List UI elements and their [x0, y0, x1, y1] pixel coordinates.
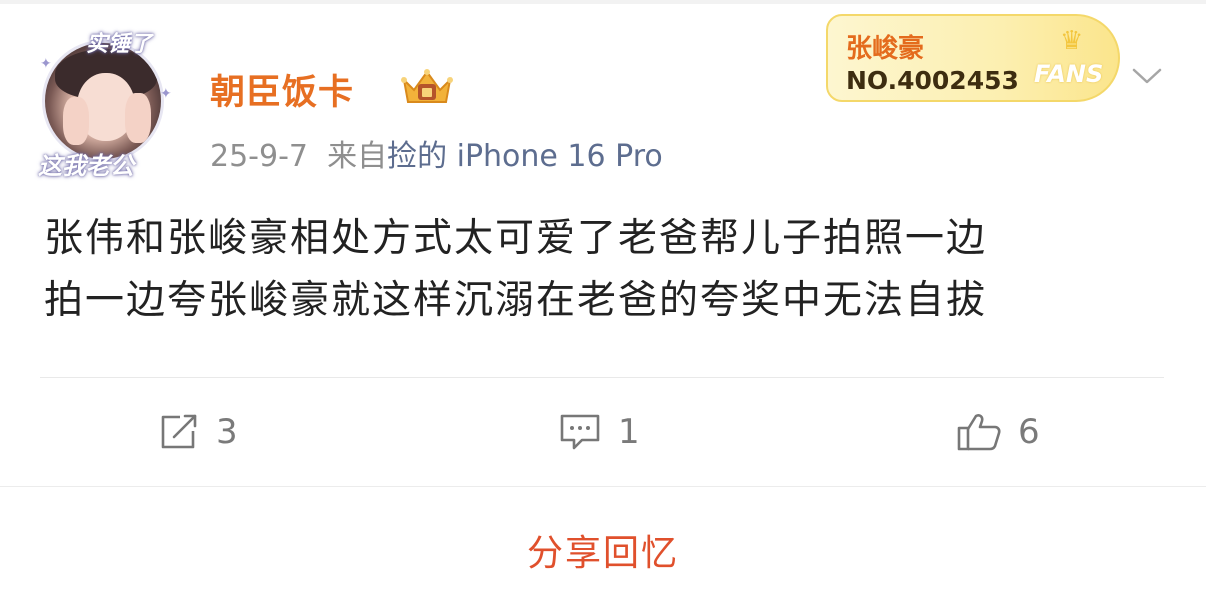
- post-source-prefix: 来自: [327, 139, 388, 174]
- post-content-line: 张伟和张峻豪相处方式太可爱了老爸帮儿子拍照一边: [44, 216, 988, 261]
- share-memory-button[interactable]: 分享回忆: [0, 524, 1206, 576]
- post-source-device[interactable]: 捡的 iPhone 16 Pro: [387, 139, 663, 174]
- fan-badge-star-name: 张峻豪: [846, 34, 925, 64]
- like-count: 6: [1018, 412, 1040, 452]
- comment-count: 1: [618, 412, 640, 452]
- repost-icon: [161, 414, 197, 449]
- post-content: 张伟和张峻豪相处方式太可爱了老爸帮儿子拍照一边 拍一边夸张峻豪就这样沉溺在老爸的…: [44, 208, 1164, 332]
- repost-button[interactable]: 3: [158, 410, 238, 454]
- comment-icon: [560, 414, 600, 450]
- like-button[interactable]: 6: [956, 410, 1040, 454]
- crown-icon[interactable]: [400, 68, 454, 108]
- chevron-down-icon[interactable]: [1130, 62, 1164, 90]
- sparkle-icon: ✦: [40, 56, 52, 72]
- comment-button[interactable]: 1: [558, 410, 640, 454]
- avatar-frame-text-bottom: 这我老公: [38, 151, 134, 180]
- post-content-line: 拍一边夸张峻豪就这样沉溺在老爸的夸奖中无法自拔: [44, 278, 988, 323]
- content-divider: [40, 377, 1164, 378]
- avatar-image: [42, 40, 164, 162]
- post-meta: 25-9-7 来自捡的 iPhone 16 Pro: [210, 131, 663, 175]
- username[interactable]: 朝臣饭卡: [210, 64, 354, 115]
- top-divider: [0, 0, 1206, 4]
- avatar[interactable]: ✦ ✦ 实锤了 这我老公: [36, 26, 178, 180]
- footer-divider: [0, 486, 1206, 487]
- fan-crown-icon: ♛: [1060, 26, 1084, 56]
- post-date: 25-9-7: [210, 139, 308, 174]
- like-icon: [957, 414, 1001, 451]
- repost-count: 3: [216, 412, 238, 452]
- avatar-frame-text-top: 实锤了: [86, 31, 153, 57]
- fan-badge-number: NO.4002453: [846, 66, 1019, 95]
- fan-badge[interactable]: 张峻豪 NO.4002453 ♛ FANS: [826, 14, 1120, 102]
- sparkle-icon: ✦: [160, 86, 172, 102]
- fan-badge-fans-label: FANS: [1034, 60, 1104, 88]
